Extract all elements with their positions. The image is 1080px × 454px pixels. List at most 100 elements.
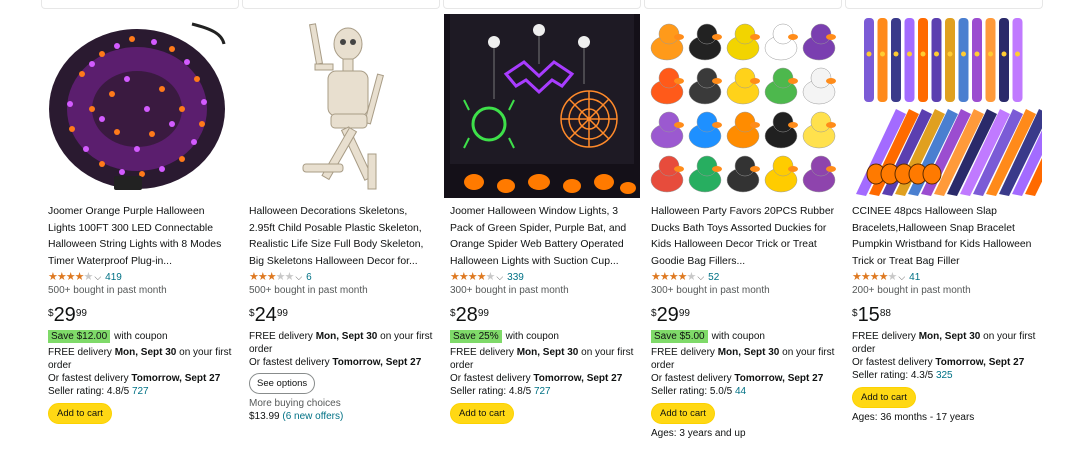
coupon-badge: Save 25%: [450, 329, 502, 343]
age-range: Ages: 3 years and up: [651, 428, 746, 439]
rating-stars[interactable]: ★★★★★: [249, 271, 294, 283]
rating-row: ★★★★★ ⌵ 339: [450, 270, 636, 284]
coupon-badge: Save $5.00: [651, 329, 708, 343]
bought-count: 300+ bought in past month: [450, 285, 569, 296]
delivery-info: FREE delivery Mon, Sept 30 on your first…: [651, 346, 837, 372]
chevron-down-icon[interactable]: ⌵: [94, 271, 101, 283]
more-offers-price: $13.99: [249, 411, 283, 422]
rating-row: ★★★★★ ⌵ 41: [852, 270, 1038, 284]
delivery-date: Mon, Sept 30: [918, 331, 981, 342]
price-fraction: 99: [75, 308, 87, 319]
seller-rating: Seller rating: 5.0/5 44: [651, 385, 837, 398]
product-card: Joomer Halloween Window Lights, 3 Pack o…: [444, 14, 640, 454]
product-card: CCINEE 48pcs Halloween Slap Bracelets,Ha…: [846, 14, 1042, 454]
price: $ 24 99: [249, 305, 435, 327]
more-offers-row: $13.99 (6 new offers): [249, 410, 435, 423]
delivery-date: Mon, Sept 30: [114, 347, 177, 358]
fastest-delivery: Or fastest delivery Tomorrow, Sept 27: [852, 356, 1038, 369]
product-title-link[interactable]: Joomer Halloween Window Lights, 3 Pack o…: [450, 204, 636, 270]
seller-count-link[interactable]: 727: [534, 386, 551, 397]
review-count-link[interactable]: 339: [507, 272, 524, 283]
price: $ 29 99: [651, 305, 837, 327]
fastest-prefix: Or fastest delivery: [651, 373, 735, 384]
chevron-down-icon[interactable]: ⌵: [898, 271, 905, 283]
fastest-prefix: Or fastest delivery: [249, 357, 333, 368]
add-to-cart-button[interactable]: Add to cart: [450, 403, 514, 424]
review-count-link[interactable]: 41: [909, 272, 920, 283]
chevron-down-icon[interactable]: ⌵: [697, 271, 704, 283]
seller-count-link[interactable]: 325: [936, 370, 953, 381]
seller-label: Seller rating: 5.0/5: [651, 386, 735, 397]
rating-stars[interactable]: ★★★★★: [48, 271, 93, 283]
price: $ 15 88: [852, 305, 1038, 327]
rating-stars[interactable]: ★★★★★: [651, 271, 696, 283]
delivery-prefix: FREE delivery: [249, 331, 316, 342]
fastest-delivery: Or fastest delivery Tomorrow, Sept 27: [450, 372, 636, 385]
see-options-button[interactable]: See options: [249, 373, 316, 394]
delivery-info: FREE delivery Mon, Sept 30 on your first…: [450, 346, 636, 372]
fastest-prefix: Or fastest delivery: [48, 373, 132, 384]
price: $ 29 99: [48, 305, 234, 327]
bought-count: 300+ bought in past month: [651, 285, 770, 296]
product-image-rubber-ducks[interactable]: [645, 14, 841, 198]
delivery-info: FREE delivery Mon, Sept 30 on your first…: [48, 346, 234, 372]
product-title-link[interactable]: CCINEE 48pcs Halloween Slap Bracelets,Ha…: [852, 204, 1038, 270]
more-offers-link[interactable]: (6 new offers): [282, 411, 343, 422]
prev-card-edge: [845, 0, 1043, 9]
rating-stars[interactable]: ★★★★★: [852, 271, 897, 283]
product-image-string-lights[interactable]: [42, 14, 238, 198]
bought-count: 500+ bought in past month: [249, 285, 368, 296]
add-to-cart-button[interactable]: Add to cart: [48, 403, 112, 424]
review-count-link[interactable]: 6: [306, 272, 312, 283]
prev-card-edge: [242, 0, 440, 9]
fastest-date: Tomorrow, Sept 27: [533, 373, 623, 384]
seller-rating: Seller rating: 4.3/5 325: [852, 369, 1038, 382]
delivery-info: FREE delivery Mon, Sept 30 on your first…: [852, 330, 1038, 356]
seller-count-link[interactable]: 727: [132, 386, 149, 397]
delivery-prefix: FREE delivery: [852, 331, 919, 342]
product-title-link[interactable]: Halloween Decorations Skeletons, 2.95ft …: [249, 204, 435, 270]
delivery-prefix: FREE delivery: [651, 347, 718, 358]
product-image-window-lights[interactable]: [444, 14, 640, 198]
fastest-date: Tomorrow, Sept 27: [734, 373, 824, 384]
product-title-link[interactable]: Joomer Orange Purple Halloween Lights 10…: [48, 204, 234, 270]
product-image-skeleton[interactable]: [243, 14, 439, 198]
delivery-prefix: FREE delivery: [48, 347, 115, 358]
fastest-delivery: Or fastest delivery Tomorrow, Sept 27: [651, 372, 837, 385]
rating-stars[interactable]: ★★★★★: [450, 271, 495, 283]
delivery-date: Mon, Sept 30: [315, 331, 378, 342]
rating-row: ★★★★★ ⌵ 6: [249, 270, 435, 284]
prev-card-edge: [644, 0, 842, 9]
rating-row: ★★★★★ ⌵ 419: [48, 270, 234, 284]
seller-rating: Seller rating: 4.8/5 727: [48, 385, 234, 398]
product-image-slap-bracelets[interactable]: [846, 14, 1042, 198]
add-to-cart-button[interactable]: Add to cart: [651, 403, 715, 424]
fastest-date: Tomorrow, Sept 27: [935, 357, 1025, 368]
price-fraction: 99: [276, 308, 288, 319]
coupon-text: with coupon: [114, 330, 168, 342]
product-card: Halloween Party Favors 20PCS Rubber Duck…: [645, 14, 841, 454]
fastest-delivery: Or fastest delivery Tomorrow, Sept 27: [249, 356, 435, 369]
chevron-down-icon[interactable]: ⌵: [295, 271, 302, 283]
price-whole: 28: [455, 304, 478, 326]
add-to-cart-button[interactable]: Add to cart: [852, 387, 916, 408]
bought-count: 500+ bought in past month: [48, 285, 167, 296]
review-count-link[interactable]: 419: [105, 272, 122, 283]
seller-count-link[interactable]: 44: [735, 386, 746, 397]
price-fraction: 99: [477, 308, 489, 319]
product-card: Halloween Decorations Skeletons, 2.95ft …: [243, 14, 439, 454]
fastest-date: Tomorrow, Sept 27: [131, 373, 221, 384]
seller-rating: Seller rating: 4.8/5 727: [450, 385, 636, 398]
price-fraction: 99: [678, 308, 690, 319]
review-count-link[interactable]: 52: [708, 272, 719, 283]
seller-label: Seller rating: 4.3/5: [852, 370, 936, 381]
product-title-link[interactable]: Halloween Party Favors 20PCS Rubber Duck…: [651, 204, 837, 270]
delivery-date: Mon, Sept 30: [516, 347, 579, 358]
prev-card-edge: [443, 0, 641, 9]
chevron-down-icon[interactable]: ⌵: [496, 271, 503, 283]
price-fraction: 88: [879, 308, 891, 319]
price-whole: 29: [656, 304, 679, 326]
coupon-text: with coupon: [505, 330, 559, 342]
price-whole: 15: [857, 304, 880, 326]
fastest-prefix: Or fastest delivery: [450, 373, 534, 384]
